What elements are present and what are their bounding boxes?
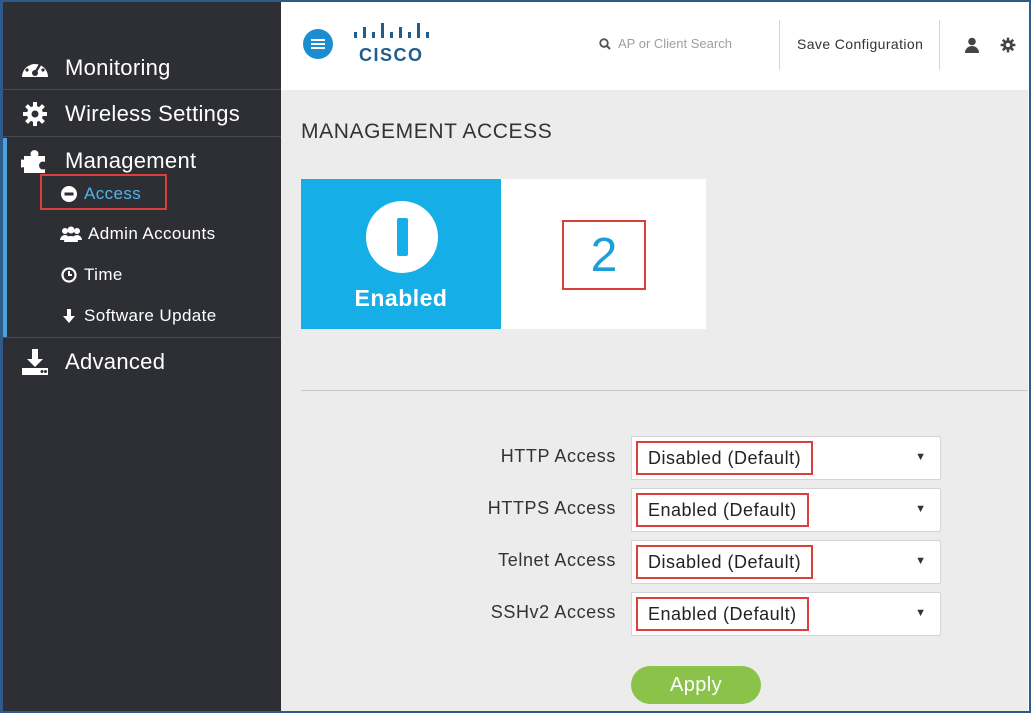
search-box[interactable]: AP or Client Search — [599, 36, 732, 51]
sidebar-item-monitoring[interactable]: Monitoring — [3, 52, 281, 84]
sidebar-subitem-label: Software Update — [84, 306, 217, 325]
select-value: Enabled (Default) — [636, 493, 809, 527]
arrow-down-icon — [60, 307, 78, 325]
section-divider — [301, 390, 1028, 391]
highlight-box — [40, 174, 167, 210]
select-value: Enabled (Default) — [636, 597, 809, 631]
search-input[interactable]: AP or Client Search — [618, 36, 732, 51]
status-tile-label: Enabled — [354, 285, 448, 311]
divider — [3, 337, 281, 338]
sidebar-item-wireless-settings[interactable]: Wireless Settings — [3, 98, 281, 130]
user-icon[interactable] — [965, 37, 979, 58]
power-icon — [366, 201, 438, 273]
telnet-access-label: Telnet Access — [498, 550, 616, 570]
apply-button[interactable]: Apply — [631, 666, 761, 704]
sidebar-item-label: Advanced — [65, 349, 166, 374]
form-row-http: HTTP Access Disabled (Default) ▼ — [281, 436, 1028, 482]
sidebar-item-management[interactable]: Management — [3, 145, 281, 177]
sidebar: Monitoring Wireless Settings Management … — [3, 2, 281, 711]
caret-down-icon: ▼ — [915, 555, 926, 567]
top-header: CISCO AP or Client Search Save Configura… — [281, 2, 1028, 90]
save-configuration-button[interactable]: Save Configuration — [797, 36, 923, 52]
cisco-logo: CISCO — [351, 22, 431, 68]
https-access-label: HTTPS Access — [487, 498, 616, 518]
form-row-sshv2: SSHv2 Access Enabled (Default) ▼ — [281, 592, 1028, 638]
form-row-telnet: Telnet Access Disabled (Default) ▼ — [281, 540, 1028, 586]
status-tile-count: 2 — [501, 179, 706, 329]
divider — [3, 89, 281, 90]
hamburger-icon — [311, 39, 325, 49]
http-access-select[interactable]: Disabled (Default) ▼ — [631, 436, 941, 480]
sidebar-subitem-software-update[interactable]: Software Update — [60, 304, 217, 328]
header-separator — [939, 20, 940, 70]
users-icon — [60, 225, 82, 243]
logo-text: CISCO — [359, 45, 424, 65]
sidebar-subitem-label: Time — [84, 265, 123, 284]
sshv2-access-select[interactable]: Enabled (Default) ▼ — [631, 592, 941, 636]
sidebar-subitem-label: Admin Accounts — [88, 224, 216, 243]
header-separator — [779, 20, 780, 70]
main-content: MANAGEMENT ACCESS Enabled 2 HTTP Access … — [281, 90, 1028, 711]
status-tile-enabled[interactable]: Enabled — [301, 179, 501, 329]
sidebar-subitem-admin-accounts[interactable]: Admin Accounts — [60, 222, 216, 246]
sidebar-item-label: Wireless Settings — [65, 101, 241, 126]
caret-down-icon: ▼ — [915, 503, 926, 515]
gear-icon — [20, 99, 50, 129]
caret-down-icon: ▼ — [915, 451, 926, 463]
select-value: Disabled (Default) — [636, 441, 814, 475]
download-icon — [20, 347, 50, 377]
page-title: MANAGEMENT ACCESS — [301, 120, 553, 143]
http-access-label: HTTP Access — [500, 446, 616, 466]
search-icon — [599, 37, 611, 50]
divider — [3, 136, 281, 137]
clock-icon — [60, 266, 78, 284]
enabled-count: 2 — [562, 220, 646, 290]
menu-button[interactable] — [303, 29, 333, 59]
select-value: Disabled (Default) — [636, 545, 814, 579]
sidebar-item-advanced[interactable]: Advanced — [3, 346, 281, 378]
form-row-https: HTTPS Access Enabled (Default) ▼ — [281, 488, 1028, 534]
https-access-select[interactable]: Enabled (Default) ▼ — [631, 488, 941, 532]
sidebar-subitem-time[interactable]: Time — [60, 263, 123, 287]
sidebar-item-label: Management — [65, 148, 197, 173]
sidebar-item-label: Monitoring — [65, 55, 171, 80]
dashboard-icon — [20, 53, 50, 83]
settings-gear-icon[interactable] — [1000, 37, 1016, 58]
caret-down-icon: ▼ — [915, 607, 926, 619]
puzzle-icon — [20, 146, 50, 176]
sshv2-access-label: SSHv2 Access — [490, 602, 616, 622]
telnet-access-select[interactable]: Disabled (Default) ▼ — [631, 540, 941, 584]
